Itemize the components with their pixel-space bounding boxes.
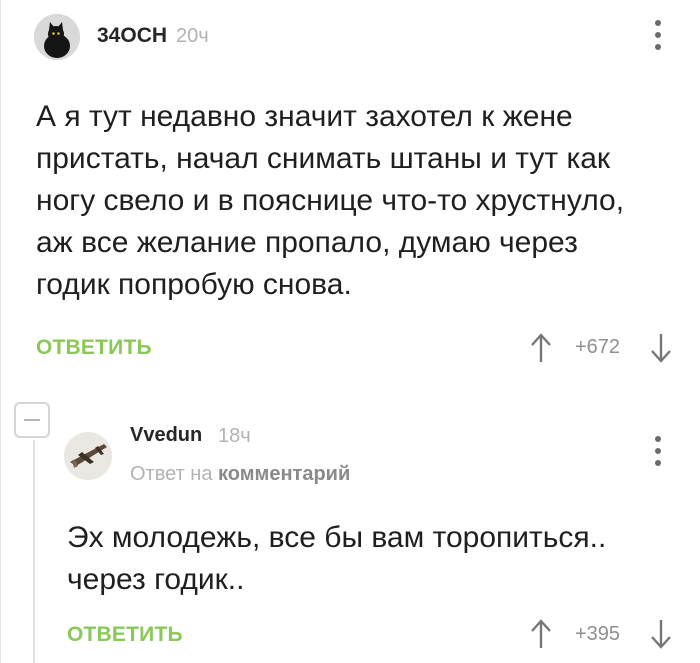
more-options-icon[interactable]: [653, 20, 663, 50]
reply-to-prefix: Ответ на: [130, 463, 213, 485]
more-options-icon[interactable]: [653, 436, 663, 466]
arrow-up-icon[interactable]: [530, 332, 552, 364]
comment-text-line: аж все желание пропало, думаю через: [36, 226, 578, 259]
comment-text-line: пристать, начал снимать штаны и тут как: [36, 142, 611, 175]
comment-text: Эх молодежь, все бы вам торопиться.. чер…: [67, 517, 687, 601]
rating: +395: [575, 623, 621, 645]
comment-text-line: Эх молодежь, все бы вам торопиться..: [67, 521, 607, 554]
avatar[interactable]: [64, 432, 112, 480]
timestamp: 20ч: [176, 25, 209, 47]
username[interactable]: Vvedun: [130, 424, 202, 447]
username[interactable]: 34OCH: [97, 24, 167, 48]
thread-line: [33, 440, 35, 663]
airplane-avatar-icon: [64, 432, 112, 480]
left-rail: [0, 0, 1, 663]
reply-button[interactable]: ОТВЕТИТЬ: [67, 623, 183, 647]
comment-text-line: ногу свело и в пояснице что-то хрустнуло…: [36, 184, 625, 217]
reply-to-link[interactable]: комментарий: [218, 463, 350, 485]
arrow-down-icon[interactable]: [650, 332, 672, 364]
comment-text-line: годик попробую снова.: [36, 268, 352, 301]
reply-to-info: Ответ на комментарий: [130, 463, 350, 486]
timestamp: 18ч: [218, 425, 251, 447]
rating: +672: [575, 336, 621, 358]
comment-text: А я тут недавно значит захотел к жене пр…: [36, 96, 686, 306]
collapse-minus-icon[interactable]: [14, 402, 50, 438]
comment-text-line: А я тут недавно значит захотел к жене: [36, 100, 573, 133]
reply-button[interactable]: ОТВЕТИТЬ: [36, 336, 152, 360]
arrow-down-icon[interactable]: [650, 618, 672, 650]
comment-text-line: через годик..: [67, 563, 245, 596]
avatar[interactable]: [34, 14, 80, 60]
black-cat-avatar-icon: [34, 14, 80, 60]
arrow-up-icon[interactable]: [530, 618, 552, 650]
